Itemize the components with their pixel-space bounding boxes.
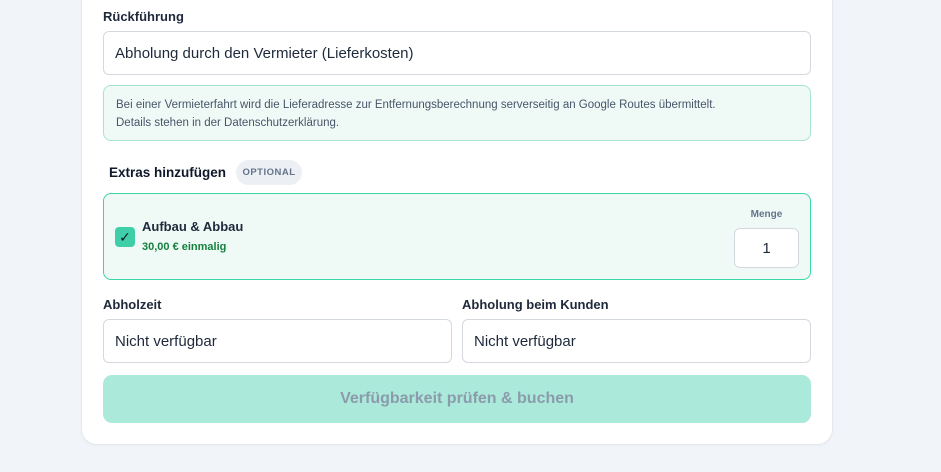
quantity-label: Menge xyxy=(750,209,783,220)
pickup-time-label: Abholzeit xyxy=(103,297,162,312)
pickup-customer-label: Abholung beim Kunden xyxy=(462,297,609,312)
pickup-time-select[interactable]: Nicht verfügbar xyxy=(103,319,452,363)
extra-item-checkbox[interactable]: ✓ xyxy=(115,227,135,247)
optional-badge: OPTIONAL xyxy=(236,160,302,185)
return-label: Rückführung xyxy=(103,9,184,24)
quantity-input[interactable]: 1 xyxy=(734,228,799,268)
extra-item-price: 30,00 € einmalig xyxy=(142,241,227,253)
pickup-time-value: Nicht verfügbar xyxy=(115,332,217,350)
extras-title: Extras hinzufügen xyxy=(109,165,227,180)
extra-item-name: Aufbau & Abbau xyxy=(142,219,244,234)
check-availability-button[interactable]: Verfügbarkeit prüfen & buchen xyxy=(103,375,811,423)
pickup-customer-value: Nicht verfügbar xyxy=(474,332,576,350)
extra-item-card[interactable] xyxy=(103,193,811,280)
pickup-customer-select[interactable]: Nicht verfügbar xyxy=(462,319,811,363)
return-select-value: Abholung durch den Vermieter (Lieferkost… xyxy=(115,44,414,62)
privacy-info-line-2: Details stehen in der Datenschutzerkläru… xyxy=(116,117,340,129)
check-icon: ✓ xyxy=(119,228,131,245)
return-select[interactable]: Abholung durch den Vermieter (Lieferkost… xyxy=(103,31,811,75)
privacy-info-box: Bei einer Vermieterfahrt wird die Liefer… xyxy=(103,85,811,141)
privacy-info-line-1: Bei einer Vermieterfahrt wird die Liefer… xyxy=(116,99,716,111)
